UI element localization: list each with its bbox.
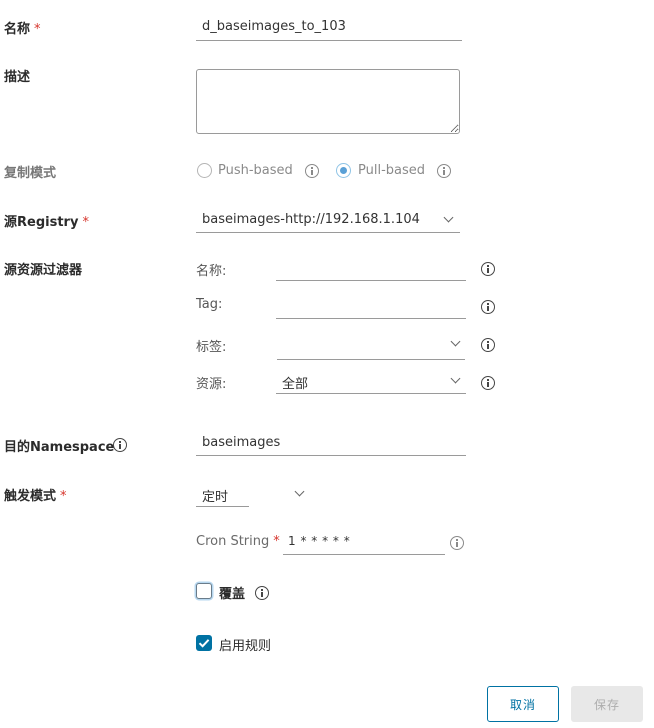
filter-name-underline [276,280,466,281]
chevron-down-icon[interactable] [450,336,461,347]
push-based-label: Push-based [218,163,293,178]
filter-resource-underline [276,393,466,394]
cron-string-label: Cron String * [196,534,280,549]
filter-resource-select[interactable]: 全部 [282,373,308,392]
name-label: 名称 * [4,22,41,37]
description-textarea[interactable] [196,69,460,134]
filter-label-select[interactable] [282,336,442,354]
name-input[interactable]: d_baseimages_to_103 [202,19,346,34]
dest-namespace-label: 目的Namespace [4,440,115,455]
source-filter-label: 源资源过滤器 [4,263,83,278]
check-icon [198,639,210,648]
filter-tag-info-icon[interactable] [481,300,495,314]
override-label: 覆盖 [219,587,246,602]
dest-namespace-input[interactable]: baseimages [202,435,280,450]
chevron-down-icon[interactable] [294,486,305,497]
filter-name-info-icon[interactable] [481,262,495,276]
trigger-mode-label: 触发模式 * [4,489,67,504]
dest-namespace-info-icon[interactable] [113,438,127,452]
filter-name-label: 名称: [196,264,227,279]
override-checkbox[interactable] [196,583,212,599]
chevron-down-icon[interactable] [443,212,454,223]
push-based-radio[interactable] [197,163,212,178]
save-button[interactable]: 保存 [571,686,643,722]
filter-label-underline [277,359,465,360]
enable-rule-checkbox[interactable] [196,635,212,651]
dest-namespace-underline [196,455,466,456]
name-input-underline [196,40,462,41]
filter-tag-input[interactable] [282,297,462,315]
trigger-mode-select[interactable]: 定时 [202,486,228,505]
source-registry-select[interactable]: baseimages-http://192.168.1.104 [202,212,420,227]
filter-label-info-icon[interactable] [481,338,495,352]
enable-rule-label: 启用规则 [219,639,272,654]
filter-resource-info-icon[interactable] [481,376,495,390]
filter-resource-label: 资源: [196,377,227,392]
cron-string-underline [283,554,445,555]
cancel-button[interactable]: 取消 [487,686,559,722]
filter-name-input[interactable] [282,260,462,278]
override-info-icon[interactable] [255,586,269,600]
filter-tag-label: Tag: [196,297,223,312]
push-based-info-icon[interactable] [305,164,319,178]
source-registry-label: 源Registry * [4,215,89,230]
chevron-down-icon[interactable] [450,373,461,384]
filter-tag-underline [276,318,466,319]
pull-based-info-icon[interactable] [437,164,451,178]
description-label: 描述 [4,70,31,85]
cron-info-icon[interactable] [450,536,464,550]
replication-mode-label: 复制模式 [4,166,57,181]
pull-based-label: Pull-based [358,163,426,178]
pull-based-radio[interactable] [336,163,351,178]
trigger-mode-underline [196,506,249,507]
source-registry-underline [196,232,460,233]
filter-label-label: 标签: [196,340,227,355]
cron-string-input[interactable]: 1 * * * * * [288,534,350,548]
